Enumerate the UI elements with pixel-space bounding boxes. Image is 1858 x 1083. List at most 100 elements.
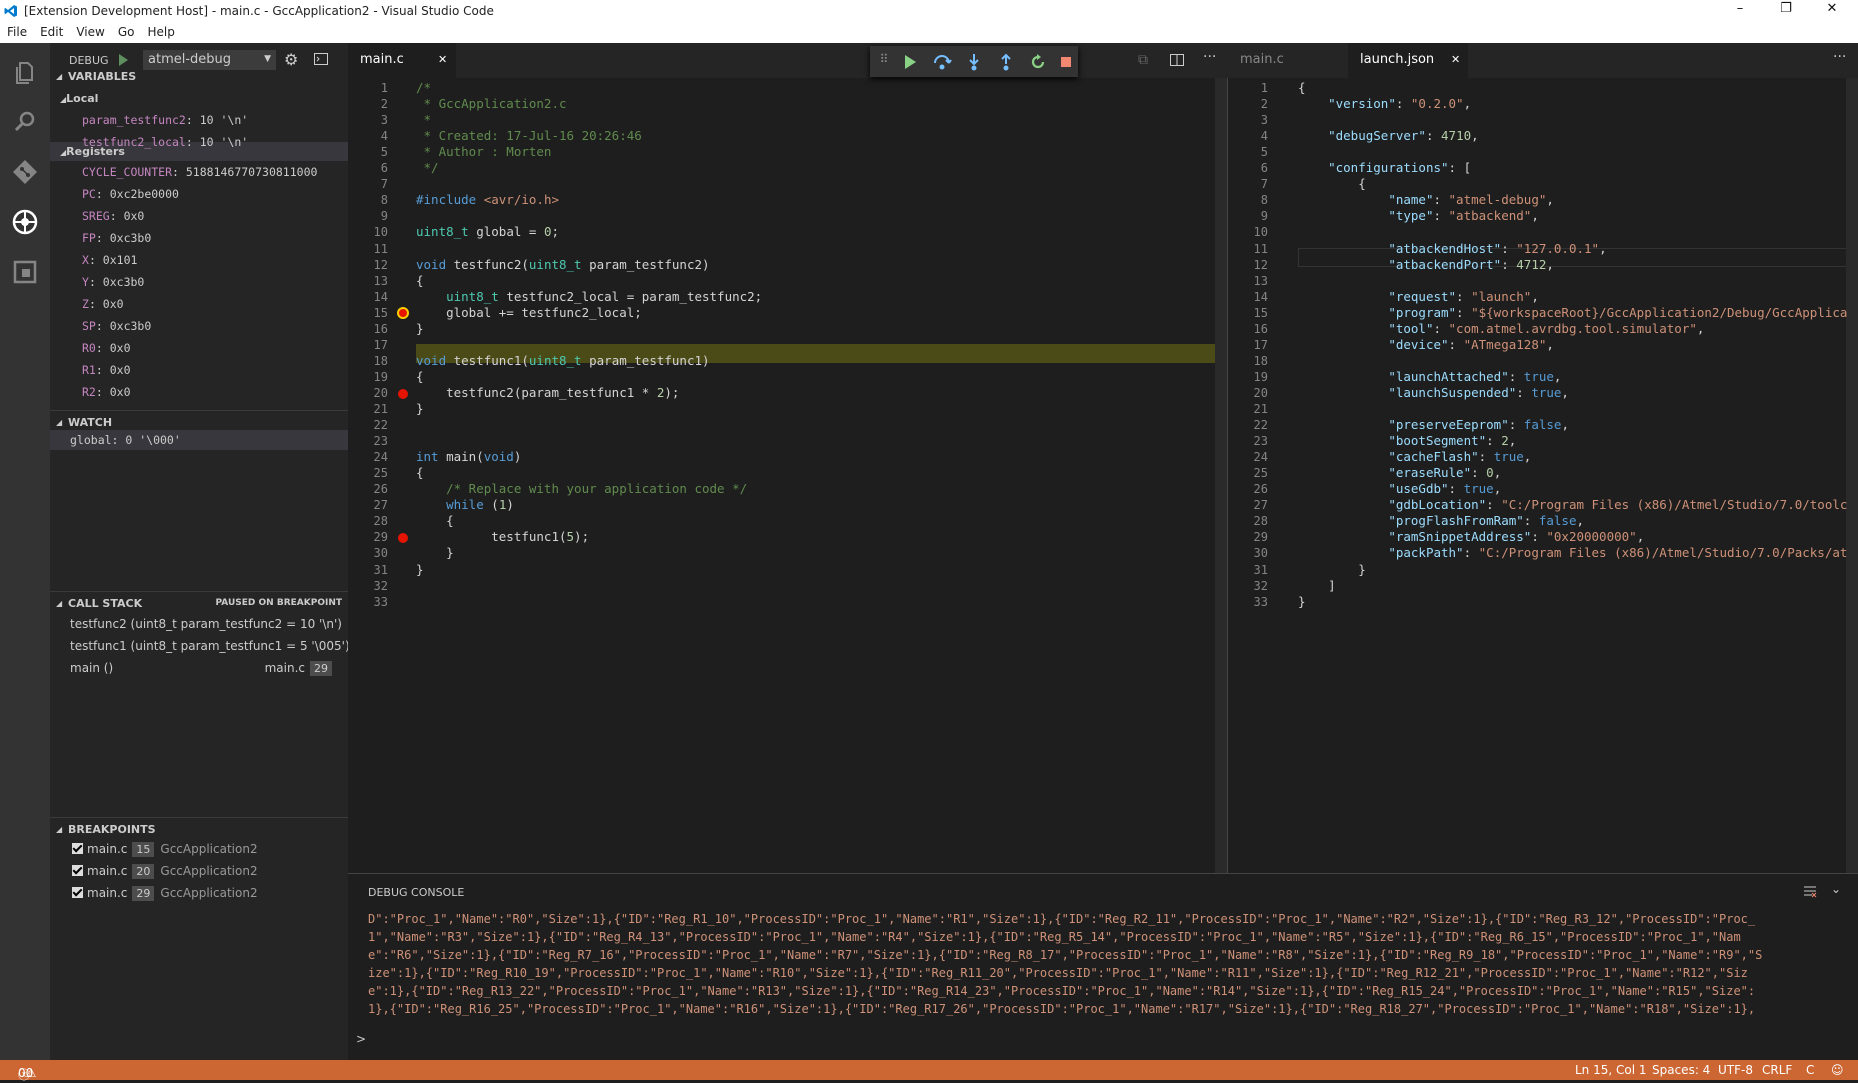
code-line: "launchAttached": true, — [1388, 368, 1562, 384]
menu-help[interactable]: Help — [140, 22, 180, 39]
register-row[interactable]: R2: 0x0 — [82, 381, 131, 403]
code-line: void testfunc1(uint8_t param_testfunc1) — [416, 352, 710, 368]
extensions-icon[interactable] — [11, 258, 39, 286]
collapse-arrow-icon: ◢ — [56, 599, 63, 608]
drag-handle-icon[interactable]: ⠿ — [874, 52, 894, 72]
tab-launch-json[interactable]: launch.json ✕ — [1348, 43, 1468, 78]
breakpoint-item[interactable]: main.c 15 GccApplication2 — [72, 838, 258, 860]
editor-scrollbar[interactable] — [1215, 78, 1227, 873]
breakpoint-icon[interactable] — [398, 388, 408, 399]
close-window-button[interactable]: ✕ — [1810, 1, 1854, 21]
callstack-frame[interactable]: main () main.c 29 — [70, 657, 342, 679]
step-into-icon[interactable] — [964, 52, 984, 72]
line-number: 27 — [1253, 498, 1268, 513]
open-changes-icon[interactable]: ⧉ — [1138, 52, 1148, 68]
chevron-down-icon[interactable]: ⌄ — [1831, 882, 1841, 896]
breakpoint-item[interactable]: main.c 20 GccApplication2 — [72, 860, 258, 882]
code-line: "packPath": "C:/Program Files (x86)/Atme… — [1388, 545, 1848, 561]
search-icon[interactable] — [11, 108, 39, 136]
open-console-icon[interactable] — [314, 53, 328, 65]
variable-row[interactable]: param_testfunc2: 10 '\n' — [82, 109, 248, 131]
console-prompt[interactable]: > — [356, 1032, 366, 1046]
register-row[interactable]: R1: 0x0 — [82, 359, 131, 381]
console-line: 1},{"ID":"Reg_R16_25","ProcessID":"Proc_… — [368, 1002, 1756, 1016]
restart-icon[interactable] — [1028, 52, 1048, 72]
breakpoint-file: main.c — [87, 886, 128, 900]
variables-section-header[interactable]: ◢ VARIABLES — [50, 65, 348, 87]
register-row[interactable]: R3: 0x0 — [82, 403, 131, 408]
close-tab-icon[interactable]: ✕ — [1451, 53, 1460, 66]
close-tab-icon[interactable]: ✕ — [438, 53, 447, 66]
code-line: * GccApplication2.c — [416, 96, 567, 112]
variable-row[interactable]: testfunc2_local: 10 '\n' — [82, 131, 248, 153]
launch-json-editor[interactable]: 1 {2 "version": "0.2.0", 3 4 "debugServer":… — [1228, 78, 1858, 873]
clear-console-icon[interactable] — [1803, 884, 1817, 898]
continue-icon[interactable] — [900, 52, 920, 72]
line-ending[interactable]: CRLF — [1762, 1063, 1792, 1077]
main-c-editor[interactable]: 1 /* 2 * GccApplication2.c 3 * 4 * Created: … — [348, 78, 1228, 873]
tab-main-c-right[interactable]: main.c — [1228, 43, 1348, 78]
source-control-icon[interactable] — [11, 158, 39, 186]
code-line: "request": "launch", — [1388, 288, 1539, 304]
register-row[interactable]: PC: 0xc2be0000 — [82, 183, 179, 205]
callstack-frame[interactable]: testfunc2 (uint8_t param_testfunc2 = 10 … — [70, 613, 342, 635]
menu-go[interactable]: Go — [111, 22, 141, 39]
more-actions-icon[interactable]: ··· — [1833, 49, 1846, 65]
step-out-icon[interactable] — [996, 52, 1016, 72]
line-number: 22 — [373, 418, 388, 433]
local-scope-header[interactable]: ◢Local — [50, 89, 348, 108]
checkbox-icon[interactable] — [72, 843, 83, 854]
code-line: "atbackendHost": "127.0.0.1", — [1388, 240, 1607, 256]
checkbox-icon[interactable] — [72, 865, 83, 876]
maximize-button[interactable]: ❐ — [1764, 1, 1808, 21]
menu-view[interactable]: View — [69, 22, 110, 39]
line-number: 6 — [1260, 161, 1268, 176]
minimize-button[interactable]: – — [1718, 1, 1762, 21]
language-mode[interactable]: C — [1806, 1063, 1814, 1077]
breakpoint-item[interactable]: main.c 29 GccApplication2 — [72, 882, 258, 904]
more-actions-icon[interactable]: ··· — [1203, 49, 1216, 65]
register-row[interactable]: CYCLE_COUNTER: 5188146770730811000 — [82, 161, 317, 183]
code-line: * Author : Morten — [416, 144, 552, 160]
code-line: { — [416, 513, 454, 529]
breakpoint-line-badge: 20 — [132, 864, 155, 879]
register-row[interactable]: SP: 0xc3b0 — [82, 315, 151, 337]
code-line: void testfunc2(uint8_t param_testfunc2) — [416, 256, 710, 272]
register-name: X — [82, 253, 89, 267]
register-row[interactable]: FP: 0xc3b0 — [82, 227, 151, 249]
step-over-icon[interactable] — [932, 52, 952, 72]
checkbox-icon[interactable] — [72, 887, 83, 898]
watch-item[interactable]: global: 0 '\000' — [50, 430, 348, 450]
register-value: 5188146770730811000 — [185, 165, 318, 179]
register-row[interactable]: Z: 0x0 — [82, 293, 124, 315]
frame-file: main.c — [264, 661, 305, 675]
errors-indicator[interactable]: ⓧ 0 ⚠ 0 — [18, 1063, 36, 1082]
split-editor-icon[interactable] — [1170, 54, 1184, 66]
register-row[interactable]: SREG: 0x0 — [82, 205, 144, 227]
breakpoint-icon[interactable] — [398, 533, 408, 544]
tab-main-c[interactable]: main.c ✕ — [348, 43, 456, 78]
register-row[interactable]: X: 0x101 — [82, 249, 137, 271]
register-value: 0xc3b0 — [102, 275, 145, 289]
encoding[interactable]: UTF-8 — [1718, 1063, 1753, 1077]
debug-console-title[interactable]: DEBUG CONSOLE — [368, 886, 464, 899]
menu-edit[interactable]: Edit — [33, 22, 69, 39]
debug-icon[interactable] — [11, 208, 39, 236]
line-number: 11 — [373, 241, 388, 256]
breakpoints-section-header[interactable]: ◢ BREAKPOINTS — [50, 817, 348, 839]
indentation[interactable]: Spaces: 4 — [1652, 1063, 1710, 1077]
callstack-frame[interactable]: testfunc1 (uint8_t param_testfunc1 = 5 '… — [70, 635, 350, 657]
cursor-position[interactable]: Ln 15, Col 1 — [1575, 1063, 1647, 1077]
feedback-smiley-icon[interactable]: ☺ — [1831, 1063, 1844, 1077]
register-row[interactable]: R0: 0x0 — [82, 337, 131, 359]
callstack-section-header[interactable]: ◢ CALL STACK PAUSED ON BREAKPOINT — [50, 591, 348, 613]
editor-scrollbar[interactable] — [1846, 78, 1858, 873]
register-row[interactable]: Y: 0xc3b0 — [82, 271, 144, 293]
line-number: 4 — [1260, 129, 1268, 144]
watch-section-header[interactable]: ◢ WATCH — [50, 410, 348, 432]
explorer-icon[interactable] — [11, 58, 39, 86]
code-line: uint8_t global = 0; — [416, 224, 560, 240]
current-breakpoint-icon[interactable] — [397, 306, 409, 319]
menu-file[interactable]: File — [0, 22, 33, 39]
stop-icon[interactable] — [1056, 52, 1076, 72]
